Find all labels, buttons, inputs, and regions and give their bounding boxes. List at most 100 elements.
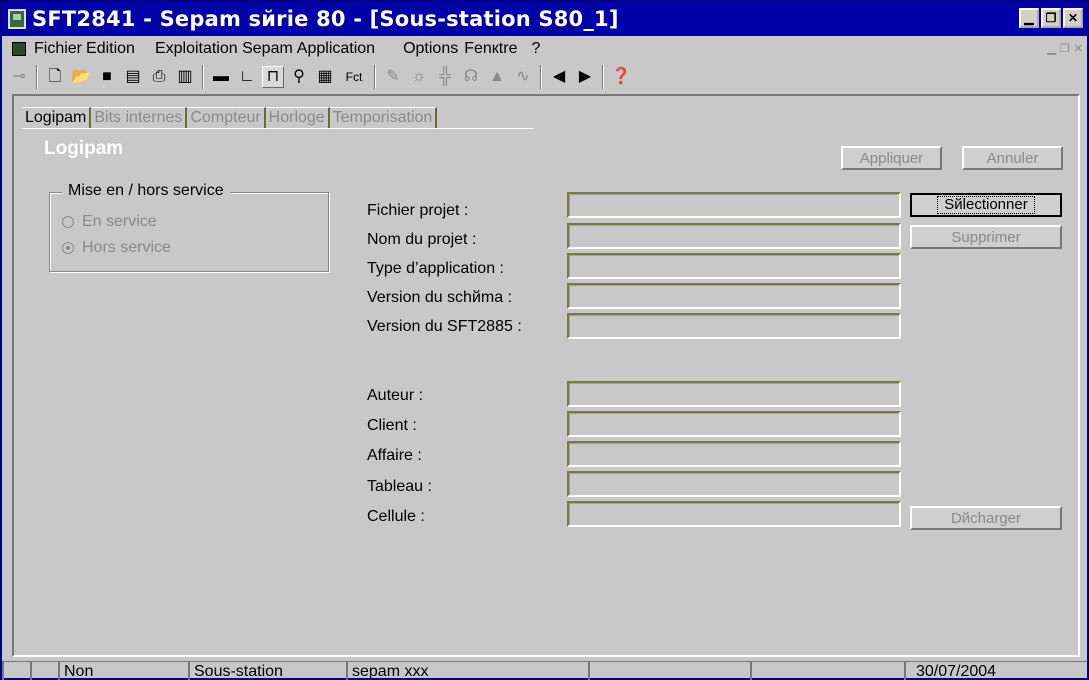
status-cell-2	[30, 661, 58, 680]
schema-version-field	[567, 283, 901, 309]
tab-temporisation[interactable]: Temporisation	[329, 107, 438, 128]
waveform-icon[interactable]: ∿	[512, 66, 534, 88]
download-button[interactable]: Dйcharger	[910, 506, 1062, 530]
print-setup-icon[interactable]: ▥	[174, 66, 196, 88]
window-title: SFT2841 - Sepam sйrie 80 - [Sous-station…	[32, 7, 619, 31]
radio-en-service[interactable]: En service	[62, 213, 157, 231]
alarm-icon[interactable]: ☊	[460, 66, 482, 88]
previous-icon[interactable]: ◀	[548, 66, 570, 88]
open-folder-icon[interactable]: 📂	[70, 66, 92, 88]
sft-version-field	[567, 313, 901, 339]
app-window: SFT2841 - Sepam sйrie 80 - [Sous-station…	[0, 0, 1089, 680]
maximize-button[interactable]: ❐	[1041, 8, 1061, 28]
status-mode: Non	[58, 661, 188, 680]
service-group-title: Mise en / hors service	[62, 182, 230, 200]
status-cell-7	[750, 661, 904, 680]
toolbar: ⊸ 🗋 📂 ■ ▤ ⎙ ▥ ▬ ∟ ⊓ ⚲ ▦ Fct ✎ ☼ ╬ ☊ ▲ ∿ …	[2, 62, 1087, 92]
status-device: sepam xxx	[346, 661, 588, 680]
tab-horloge[interactable]: Horloge	[265, 107, 330, 128]
project-file-field	[567, 192, 901, 218]
cellule-field	[567, 501, 901, 527]
cellule-label: Cellule :	[367, 508, 425, 525]
status-bar: Non Sous-station sepam xxx 30/07/2004	[2, 661, 1087, 680]
diagnosis-icon[interactable]: ☼	[408, 66, 430, 88]
menu-options[interactable]: Options	[403, 40, 458, 58]
cancel-button[interactable]: Annuler	[962, 146, 1063, 170]
tab-bits-internes[interactable]: Bits internes	[91, 107, 188, 128]
client-field	[567, 411, 901, 437]
affaire-field	[567, 441, 901, 467]
mdi-controls: ▁ ❐ ✕	[1047, 42, 1083, 55]
close-button[interactable]: ✕	[1063, 8, 1083, 28]
new-file-icon[interactable]: 🗋	[44, 66, 66, 88]
status-date: 30/07/2004	[904, 661, 1087, 680]
radio-unchecked-icon[interactable]	[62, 216, 74, 228]
menu-exploitation-sepam[interactable]: Exploitation Sepam	[155, 40, 293, 58]
select-button-label: Sйlectionner	[937, 196, 1035, 214]
delete-button[interactable]: Supprimer	[910, 225, 1062, 249]
tableau-label: Tableau :	[367, 478, 432, 495]
toolbar-separator	[602, 65, 604, 89]
app-type-field	[567, 253, 901, 279]
curve-icon[interactable]: ∟	[236, 66, 258, 88]
panel-title: Logipam	[44, 138, 124, 159]
radio-checked-icon[interactable]	[62, 242, 74, 254]
radio-hors-service-label: Hors service	[82, 239, 171, 256]
next-icon[interactable]: ▶	[574, 66, 596, 88]
title-bar[interactable]: SFT2841 - Sepam sйrie 80 - [Sous-station…	[2, 2, 1087, 36]
matrix-icon[interactable]: ▦	[314, 66, 336, 88]
project-name-field	[567, 223, 901, 249]
status-cell-6	[588, 661, 750, 680]
project-name-label: Nom du projet :	[367, 231, 477, 248]
status-cell-1	[2, 661, 30, 680]
print-preview-icon[interactable]: ⎙	[148, 66, 170, 88]
app-icon[interactable]	[8, 9, 26, 29]
app-type-label: Type d’application :	[367, 260, 504, 277]
menu-application[interactable]: Application	[297, 40, 375, 58]
project-file-label: Fichier projet :	[367, 202, 469, 219]
settings-icon[interactable]: ⚲	[288, 66, 310, 88]
tab-compteur[interactable]: Compteur	[187, 107, 266, 128]
save-icon[interactable]: ■	[96, 66, 118, 88]
connect-icon[interactable]: ⊸	[8, 66, 30, 88]
wrench-icon[interactable]: ✎	[382, 66, 404, 88]
schema-version-label: Version du schйma :	[367, 289, 513, 306]
status-station: Sous-station	[188, 661, 346, 680]
toolbar-separator	[36, 65, 38, 89]
apply-button[interactable]: Appliquer	[841, 146, 942, 170]
window-controls: ▁ ❐ ✕	[1019, 8, 1083, 28]
menu-fichier[interactable]: Fichier	[34, 40, 82, 58]
affaire-label: Affaire :	[367, 447, 422, 464]
mdi-close-icon[interactable]: ✕	[1074, 42, 1083, 55]
mdi-minimize-icon[interactable]: ▁	[1047, 42, 1055, 55]
toolbar-separator	[540, 65, 542, 89]
client-area: Logipam Bits internes Compteur Horloge T…	[12, 94, 1080, 657]
menu-help[interactable]: ?	[531, 40, 540, 58]
triangle-icon[interactable]: ▲	[486, 66, 508, 88]
select-button[interactable]: Sйlectionner	[910, 193, 1062, 217]
minimize-button[interactable]: ▁	[1019, 8, 1039, 28]
author-label: Auteur :	[367, 387, 424, 404]
print-icon[interactable]: ▤	[122, 66, 144, 88]
tab-underline	[22, 128, 534, 129]
document-icon[interactable]	[12, 42, 26, 56]
client-label: Client :	[367, 417, 417, 434]
logipam-icon[interactable]: ⊓	[262, 66, 284, 88]
breaker-icon[interactable]: ╬	[434, 66, 456, 88]
radio-en-service-label: En service	[82, 213, 157, 230]
menu-fenetre[interactable]: Fenкtre	[464, 40, 517, 58]
menu-edition[interactable]: Edition	[86, 40, 135, 58]
tableau-field	[567, 471, 901, 497]
menu-bar: Fichier Edition Exploitation Sepam Appli…	[2, 38, 1087, 60]
service-group: Mise en / hors service En service Hors s…	[49, 182, 329, 272]
author-field	[567, 381, 901, 407]
function-button[interactable]: Fct	[340, 66, 368, 88]
tab-bar: Logipam Bits internes Compteur Horloge T…	[22, 106, 438, 128]
mdi-restore-icon[interactable]: ❐	[1060, 42, 1070, 55]
toolbar-separator	[202, 65, 204, 89]
tab-logipam[interactable]: Logipam	[22, 107, 92, 128]
help-icon[interactable]: ❓	[610, 66, 632, 88]
radio-hors-service[interactable]: Hors service	[62, 239, 171, 257]
hardware-config-icon[interactable]: ▬	[210, 66, 232, 88]
sft-version-label: Version du SFT2885 :	[367, 318, 522, 335]
